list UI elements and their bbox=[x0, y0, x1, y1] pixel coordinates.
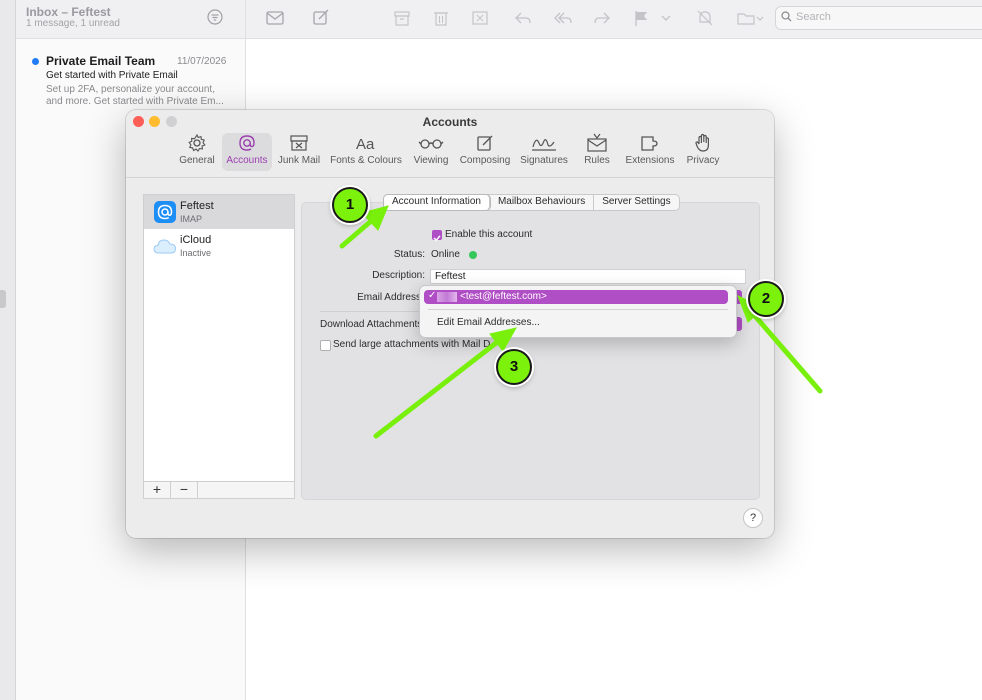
message-preview[interactable]: Set up 2FA, personalize your account, an… bbox=[46, 84, 231, 108]
account-type: Inactive bbox=[180, 248, 212, 258]
hand-icon bbox=[695, 133, 709, 152]
envelope-icon[interactable] bbox=[265, 9, 285, 27]
tab-fonts-colours[interactable]: Aa Fonts & Colours bbox=[328, 133, 404, 171]
compose-icon[interactable] bbox=[311, 9, 331, 27]
checkmark-icon: ✓ bbox=[428, 290, 437, 301]
account-name: iCloud bbox=[180, 234, 212, 246]
dropdown-divider bbox=[428, 309, 728, 310]
account-row-icloud[interactable]: iCloud Inactive bbox=[144, 229, 294, 263]
tab-extensions-label: Extensions bbox=[625, 155, 675, 166]
tab-rules-label: Rules bbox=[584, 155, 610, 166]
download-attachments-label: Download Attachments bbox=[320, 319, 423, 330]
remove-account-button[interactable]: − bbox=[171, 482, 198, 498]
junk-icon[interactable] bbox=[470, 9, 490, 27]
email-address-label: Email Address bbox=[357, 292, 421, 303]
mailbox-title: Inbox – Feftest bbox=[26, 5, 111, 19]
edit-email-addresses-item[interactable]: Edit Email Addresses... bbox=[437, 317, 540, 328]
help-button[interactable]: ? bbox=[743, 508, 763, 528]
glasses-icon bbox=[418, 139, 444, 149]
accounts-window: Accounts General Accounts Junk Mail Aa F… bbox=[126, 110, 774, 538]
svg-text:Aa: Aa bbox=[356, 136, 375, 153]
enable-account-label: Enable this account bbox=[445, 229, 533, 240]
callout-badge-3: 3 bbox=[496, 349, 532, 385]
tab-mailbox-behaviours[interactable]: Mailbox Behaviours bbox=[490, 195, 595, 210]
send-large-attachments-label: Send large attachments with Mail D bbox=[333, 339, 491, 350]
unread-dot-icon bbox=[32, 58, 39, 65]
signature-icon bbox=[532, 139, 556, 151]
tab-viewing[interactable]: Viewing bbox=[410, 133, 452, 171]
tab-composing[interactable]: Composing bbox=[458, 133, 512, 171]
forward-icon[interactable] bbox=[592, 9, 612, 27]
mailbox-subtitle: 1 message, 1 unread bbox=[26, 18, 120, 29]
gear-icon bbox=[188, 133, 206, 152]
at-icon bbox=[154, 201, 176, 223]
redacted-name bbox=[437, 292, 457, 302]
account-list: Feftest IMAP iCloud Inactive bbox=[143, 194, 295, 499]
tab-accounts-label: Accounts bbox=[226, 155, 268, 166]
tab-privacy[interactable]: Privacy bbox=[684, 133, 722, 171]
search-placeholder: Search bbox=[796, 11, 831, 23]
tab-server-settings[interactable]: Server Settings bbox=[594, 195, 678, 210]
compose-icon bbox=[477, 135, 493, 151]
search-icon bbox=[781, 11, 792, 22]
status-label: Status: bbox=[393, 249, 425, 260]
divider bbox=[320, 311, 420, 312]
tab-privacy-label: Privacy bbox=[686, 155, 720, 166]
filter-icon[interactable] bbox=[207, 9, 223, 25]
account-name: Feftest bbox=[180, 200, 214, 212]
reply-all-icon[interactable] bbox=[553, 9, 573, 27]
message-date: 11/07/2026 bbox=[177, 56, 227, 67]
tab-account-information[interactable]: Account Information bbox=[384, 195, 490, 210]
tab-general-label: General bbox=[179, 155, 215, 166]
account-details-panel bbox=[301, 202, 760, 500]
description-input[interactable]: Feftest bbox=[430, 269, 746, 284]
tab-extensions[interactable]: Extensions bbox=[624, 133, 676, 171]
tab-general[interactable]: General bbox=[176, 133, 218, 171]
folder-move-icon[interactable] bbox=[736, 9, 764, 27]
checkmark-icon bbox=[433, 235, 441, 242]
tab-viewing-label: Viewing bbox=[413, 155, 449, 166]
tab-signatures[interactable]: Signatures bbox=[518, 133, 570, 171]
tab-junk-mail-label: Junk Mail bbox=[277, 155, 321, 166]
flag-icon[interactable] bbox=[632, 9, 652, 27]
puzzle-icon bbox=[641, 136, 658, 151]
rules-icon bbox=[587, 133, 607, 152]
email-address-dropdown: ✓ <test@feftest.com> Edit Email Addresse… bbox=[419, 285, 737, 338]
reply-icon[interactable] bbox=[513, 9, 533, 27]
tab-signatures-label: Signatures bbox=[520, 155, 568, 166]
trash-icon[interactable] bbox=[431, 9, 451, 27]
dropdown-item-email[interactable]: ✓ <test@feftest.com> bbox=[424, 290, 728, 304]
send-large-attachments-checkbox[interactable] bbox=[320, 340, 331, 351]
tab-junk-mail[interactable]: Junk Mail bbox=[276, 133, 322, 171]
junk-icon bbox=[290, 135, 308, 151]
account-row-feftest[interactable]: Feftest IMAP bbox=[144, 195, 294, 229]
callout-badge-1: 1 bbox=[332, 187, 368, 223]
dropdown-email-text: <test@feftest.com> bbox=[460, 291, 547, 302]
add-account-button[interactable]: + bbox=[144, 482, 171, 498]
status-online-dot-icon bbox=[469, 251, 477, 259]
at-icon bbox=[239, 135, 255, 151]
sidebar-strip bbox=[0, 0, 16, 700]
message-subject[interactable]: Get started with Private Email bbox=[46, 70, 178, 81]
tab-rules[interactable]: Rules bbox=[578, 133, 616, 171]
chevron-down-icon[interactable] bbox=[660, 9, 672, 27]
archive-icon[interactable] bbox=[392, 9, 412, 27]
status-value: Online bbox=[431, 249, 460, 260]
account-type: IMAP bbox=[180, 214, 203, 224]
description-label: Description: bbox=[372, 270, 425, 281]
cloud-icon bbox=[153, 239, 177, 254]
account-list-buttons: + − bbox=[143, 481, 295, 499]
font-icon: Aa bbox=[356, 136, 375, 153]
account-segmented-tabs: Account Information Mailbox Behaviours S… bbox=[383, 194, 680, 211]
callout-badge-2: 2 bbox=[748, 281, 784, 317]
tab-composing-label: Composing bbox=[459, 155, 511, 166]
message-sender[interactable]: Private Email Team bbox=[46, 54, 155, 68]
window-title: Accounts bbox=[422, 115, 478, 129]
bell-mute-icon[interactable] bbox=[695, 9, 715, 27]
tab-accounts[interactable]: Accounts bbox=[222, 133, 272, 171]
tab-fonts-colours-label: Fonts & Colours bbox=[330, 155, 402, 166]
enable-account-checkbox[interactable] bbox=[432, 230, 442, 242]
